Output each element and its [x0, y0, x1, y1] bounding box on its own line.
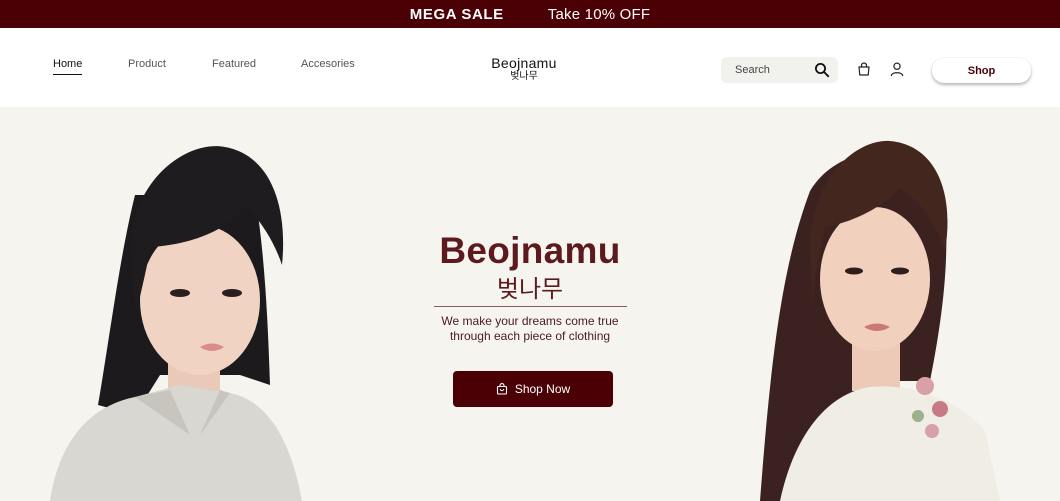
hero-section: Beojnamu 벚나무 We make your dreams come tr…	[0, 107, 1060, 501]
shop-now-label: Shop Now	[514, 382, 571, 396]
nav-item-home[interactable]: Home	[53, 58, 83, 75]
hero-title-korean: 벚나무	[496, 275, 564, 303]
shopping-bag-icon	[496, 383, 507, 395]
nav-item-featured[interactable]: Featured	[212, 58, 256, 70]
hero-tagline: We make your dreams come true through ea…	[420, 314, 640, 344]
promo-bar: MEGA SALE Take 10% OFF	[0, 0, 1060, 28]
brand-logo[interactable]: Beojnamu 벚나무	[472, 56, 576, 83]
brand-name: Beojnamu	[491, 55, 557, 71]
search-box	[721, 57, 838, 83]
promo-sale-text: MEGA SALE	[409, 5, 504, 23]
search-icon[interactable]	[814, 62, 830, 78]
bag-icon[interactable]	[856, 61, 872, 77]
shop-button[interactable]: Shop	[932, 58, 1031, 83]
hero-title: Beojnamu	[439, 230, 621, 271]
model-photo-right	[760, 140, 1000, 501]
nav-item-accesories[interactable]: Accesories	[301, 58, 355, 70]
site-header: Home Product Featured Accesories Beojnam…	[0, 28, 1060, 107]
nav-item-product[interactable]: Product	[128, 58, 166, 70]
model-photo-left	[50, 146, 302, 501]
user-icon[interactable]	[889, 61, 905, 77]
search-input[interactable]	[735, 60, 809, 80]
promo-offer-text: Take 10% OFF	[547, 5, 651, 23]
hero-tagline-line-1: We make your dreams come true	[441, 314, 619, 328]
shop-now-button[interactable]: Shop Now	[453, 371, 613, 407]
hero-tagline-line-2: through each piece of clothing	[449, 329, 611, 343]
brand-name-korean: 벚나무	[510, 71, 538, 82]
hero-divider	[434, 306, 627, 307]
